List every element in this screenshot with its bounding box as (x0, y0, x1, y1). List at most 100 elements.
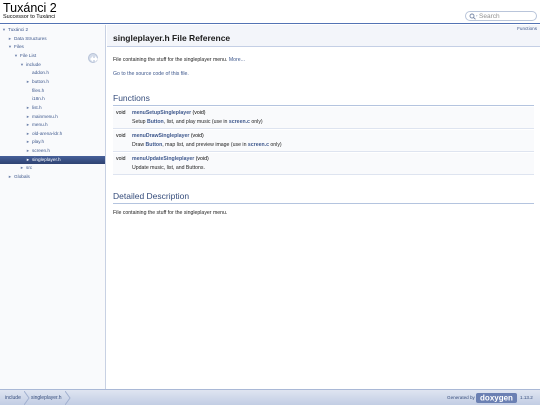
function-signature: menuDrawSingleplayer (void) (132, 133, 204, 139)
collapse-arrow-icon[interactable]: ► (26, 130, 30, 139)
desc-text: Update music, list, and Buttons. (132, 165, 205, 171)
nav-item-label: singleplayer.h (32, 156, 61, 162)
function-link[interactable]: menuDrawSingleplayer (132, 133, 189, 139)
function-link[interactable]: menuSetupSingleplayer (132, 110, 191, 116)
project-name: Tuxánci 2 (3, 1, 57, 15)
breadcrumb-include[interactable]: include (5, 395, 21, 401)
nav-item-old-arena-ldr-h[interactable]: ► old-arena-ldr.h (0, 130, 105, 139)
function-description: Update music, list, and Buttons. (132, 165, 205, 171)
source-code-link[interactable]: Go to the source code of this file. (113, 71, 189, 77)
page-header: Functions singleplayer.h File Reference (107, 25, 540, 47)
collapse-arrow-icon[interactable]: ► (26, 121, 30, 130)
svg-text:doxygen: doxygen (480, 394, 513, 403)
brief-description: File containing the stuff for the single… (113, 57, 245, 63)
button-link[interactable]: Button (146, 142, 163, 148)
function-row: void menuUpdateSingleplayer (void) Updat… (113, 153, 534, 175)
collapse-arrow-icon[interactable]: ► (26, 104, 30, 113)
doxygen-version: 1.13.2 (520, 395, 533, 400)
nav-item-label: old-arena-ldr.h (32, 130, 63, 136)
page-title: singleplayer.h File Reference (113, 33, 231, 43)
nav-item-label: Globals (14, 174, 30, 180)
nav-item-list-h[interactable]: ► list.h (0, 104, 105, 113)
nav-item-addon-h[interactable]: addon.h (0, 69, 105, 78)
nav-item-label: Files (14, 44, 24, 50)
search-icon[interactable] (469, 13, 478, 20)
nav-item-label: button.h (32, 78, 49, 84)
collapse-arrow-icon[interactable]: ► (8, 35, 12, 44)
nav-item-label: files.h (32, 87, 45, 93)
nav-item-files-h[interactable]: files.h (0, 87, 105, 96)
expand-arrow-icon[interactable]: ▼ (20, 61, 24, 70)
function-row: void menuSetupSingleplayer (void) Setup … (113, 107, 534, 129)
nav-item-data-structures[interactable]: ► Data Structures (0, 35, 105, 44)
search-input[interactable]: Search (465, 11, 537, 21)
desc-text: , map list, and preview image (use in (162, 142, 248, 148)
nav-item-label: play.h (32, 139, 45, 145)
nav-item-label: Tuxánci 2 (8, 27, 29, 32)
nav-item-src[interactable]: ► src (0, 164, 105, 173)
collapse-arrow-icon[interactable]: ► (26, 113, 30, 122)
more-link[interactable]: More... (229, 57, 245, 63)
doxygen-logo[interactable]: doxygen (476, 393, 517, 403)
breadcrumb: include singleplayer.h Generated by doxy… (0, 389, 540, 405)
screen-c-link[interactable]: screen.c (248, 142, 269, 148)
expand-arrow-icon[interactable]: ▼ (14, 52, 18, 61)
return-type: void (116, 156, 126, 162)
collapse-arrow-icon[interactable]: ► (8, 173, 12, 182)
nav-item-tuxanci-2[interactable]: ▼ Tuxánci 2 (0, 26, 105, 35)
section-divider (113, 203, 534, 204)
nav-item-play-h[interactable]: ► play.h (0, 138, 105, 147)
function-args: (void) (194, 156, 209, 162)
nav-item-mainmenu-h[interactable]: ► mainmenu.h (0, 113, 105, 122)
return-type: void (116, 110, 126, 116)
detailed-description-heading: Detailed Description (113, 191, 190, 201)
collapse-arrow-icon[interactable]: ► (26, 156, 30, 165)
nav-item-label: File List (20, 52, 37, 58)
search-placeholder: Search (479, 13, 500, 20)
title-area: Tuxánci 2 Successor to Tuxánci Search (0, 0, 540, 24)
nav-item-label: screen.h (32, 148, 50, 154)
nav-item-button-h[interactable]: ► button.h (0, 78, 105, 87)
navigation-tree: ▼ Tuxánci 2 ► Data Structures ▼ Files ▼ File Li… (0, 25, 106, 389)
function-description: Setup Button, list, and play music (use … (132, 119, 263, 125)
desc-text: only) (249, 119, 263, 125)
collapse-arrow-icon[interactable]: ► (26, 78, 30, 87)
nav-item-singleplayer-h[interactable]: ► singleplayer.h (0, 155, 105, 165)
function-signature: menuSetupSingleplayer (void) (132, 110, 206, 116)
breadcrumb-singleplayer-h[interactable]: singleplayer.h (31, 395, 62, 401)
collapse-arrow-icon[interactable]: ► (26, 147, 30, 156)
nav-item-menu-h[interactable]: ► menu.h (0, 121, 105, 130)
function-row: void menuDrawSingleplayer (void) Draw Bu… (113, 130, 534, 152)
function-link[interactable]: menuUpdateSingleplayer (132, 156, 194, 162)
main-content: Functions singleplayer.h File Reference … (107, 25, 540, 389)
function-args: (void) (191, 110, 206, 116)
expand-arrow-icon[interactable]: ▼ (8, 43, 12, 52)
nav-item-globals[interactable]: ► Globals (0, 173, 105, 182)
desc-text: Setup (132, 119, 147, 125)
expand-arrow-icon[interactable]: ▼ (2, 26, 6, 35)
collapse-arrow-icon[interactable]: ► (20, 164, 24, 173)
nav-item-label: addon.h (32, 70, 49, 76)
sync-toggle-icon[interactable] (88, 53, 98, 63)
nav-item-label: src (26, 165, 33, 171)
button-link[interactable]: Button (147, 119, 164, 125)
desc-text: , list, and play music (use in (163, 119, 229, 125)
nav-item-label: include (26, 61, 41, 67)
brief-text: File containing the stuff for the single… (113, 57, 228, 63)
collapse-arrow-icon[interactable]: ► (26, 138, 30, 147)
function-description: Draw Button, map list, and preview image… (132, 142, 282, 148)
desc-text: only) (268, 142, 282, 148)
nav-item-screen-h[interactable]: ► screen.h (0, 147, 105, 156)
project-brief: Successor to Tuxánci (3, 14, 56, 20)
return-type: void (116, 133, 126, 139)
nav-item-label: menu.h (32, 122, 48, 128)
nav-item-i18n-h[interactable]: i18n.h (0, 95, 105, 104)
generated-by-label: Generated by (447, 395, 475, 400)
breadcrumb-separator-icon (24, 391, 30, 405)
screen-c-link[interactable]: screen.c (229, 119, 250, 125)
nav-item-files[interactable]: ▼ Files (0, 43, 105, 52)
function-signature: menuUpdateSingleplayer (void) (132, 156, 209, 162)
functions-summary-link[interactable]: Functions (517, 26, 537, 31)
functions-heading: Functions (113, 93, 150, 103)
function-args: (void) (189, 133, 204, 139)
